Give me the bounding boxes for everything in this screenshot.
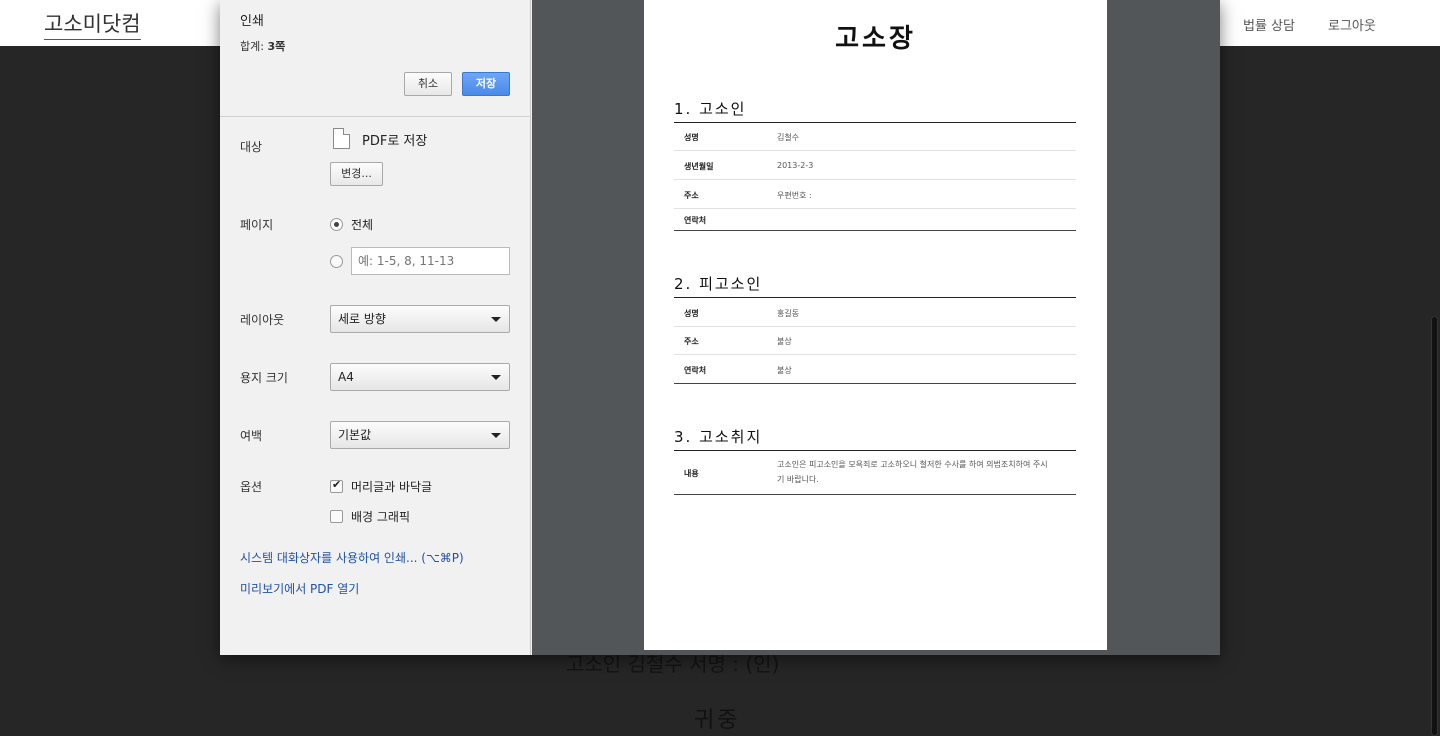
page-total-value: 3쪽 — [267, 40, 286, 53]
layout-label: 레이아웃 — [240, 313, 285, 327]
print-preview-area[interactable]: 고소장 1. 고소인 성명 김철수 생년월일 2013-2-3 주소 우편번호 : 연… — [532, 0, 1220, 655]
table-row: 성명 홍길동 — [674, 298, 1076, 327]
section-complainant-title: 1. 고소인 — [674, 98, 1076, 123]
row-key: 주소 — [684, 191, 699, 200]
paper-size-label: 용지 크기 — [240, 371, 288, 385]
print-dialog: 인쇄 합계: 3쪽 취소 저장 대상 PDF로 저장 변경... 페이지 전체 … — [220, 0, 1220, 655]
destination-value: PDF로 저장 — [362, 134, 428, 149]
table-row: 연락처 — [674, 209, 1076, 231]
row-key: 연락처 — [684, 216, 707, 225]
print-settings-panel: 인쇄 합계: 3쪽 취소 저장 대상 PDF로 저장 변경... 페이지 전체 … — [220, 0, 531, 655]
chevron-down-icon — [491, 317, 501, 322]
section-purpose-title: 3. 고소취지 — [674, 426, 1076, 451]
destination-label: 대상 — [240, 140, 263, 154]
table-row: 생년월일 2013-2-3 — [674, 151, 1076, 180]
preview-page: 고소장 1. 고소인 성명 김철수 생년월일 2013-2-3 주소 우편번호 : 연… — [644, 0, 1107, 650]
document-title: 고소장 — [835, 24, 916, 54]
row-key: 성명 — [684, 133, 699, 142]
open-in-preview-link[interactable]: 미리보기에서 PDF 열기 — [240, 580, 359, 597]
dialog-title: 인쇄 — [240, 14, 264, 29]
system-dialog-link[interactable]: 시스템 대화상자를 사용하여 인쇄... (⌥⌘P) — [240, 549, 464, 566]
headers-footers-label: 머리글과 바닥글 — [351, 480, 433, 494]
margins-label: 여백 — [240, 429, 263, 443]
background-addressee: 귀중 — [694, 708, 741, 733]
table-row: 성명 김철수 — [674, 123, 1076, 151]
headers-footers-checkbox[interactable] — [330, 478, 343, 493]
layout-value: 세로 방향 — [338, 312, 386, 326]
row-value: 2013-2-3 — [777, 161, 814, 170]
layout-select[interactable]: 세로 방향 — [330, 305, 510, 333]
table-row: 주소 불상 — [674, 327, 1076, 355]
pdf-file-icon — [333, 128, 350, 149]
nav-logout[interactable]: 로그아웃 — [1328, 15, 1376, 34]
table-row: 연락처 불상 — [674, 355, 1076, 384]
row-value: 홍길동 — [777, 309, 800, 318]
paper-size-value: A4 — [338, 370, 354, 384]
row-key: 주소 — [684, 337, 699, 346]
cancel-button[interactable]: 취소 — [404, 72, 452, 96]
row-key: 내용 — [684, 469, 699, 478]
page-scrollbar[interactable] — [1431, 316, 1438, 736]
options-label: 옵션 — [240, 480, 263, 494]
print-header: 인쇄 합계: 3쪽 취소 저장 — [220, 0, 530, 117]
margins-value: 기본값 — [338, 428, 372, 442]
page-total-label: 합계: — [240, 40, 264, 53]
page-total: 합계: 3쪽 — [240, 38, 285, 54]
pages-range-input[interactable] — [351, 247, 510, 275]
section-defendant-title: 2. 피고소인 — [674, 273, 1076, 298]
row-key: 성명 — [684, 309, 699, 318]
row-value: 우편번호 : — [777, 191, 812, 200]
paper-size-select[interactable]: A4 — [330, 363, 510, 391]
table-row: 주소 우편번호 : — [674, 180, 1076, 209]
site-logo[interactable]: 고소미닷컴 — [44, 8, 141, 40]
row-key: 생년월일 — [684, 162, 714, 171]
row-value: 고소인은 피고소인을 모욕죄로 고소하오니 철저한 수사를 하여 의법조치하여 … — [777, 460, 1048, 484]
background-graphics-label: 배경 그래픽 — [351, 510, 411, 524]
margins-select[interactable]: 기본값 — [330, 421, 510, 449]
pages-range-radio[interactable] — [330, 255, 343, 268]
pages-all-label: 전체 — [351, 218, 374, 232]
chevron-down-icon — [491, 433, 501, 438]
background-graphics-checkbox[interactable] — [330, 510, 343, 523]
nav-legal-consult[interactable]: 법률 상담 — [1243, 15, 1295, 34]
pages-label: 페이지 — [240, 218, 274, 232]
change-destination-button[interactable]: 변경... — [330, 162, 383, 186]
save-button[interactable]: 저장 — [462, 72, 510, 96]
row-value: 불상 — [777, 337, 792, 346]
pages-all-radio[interactable] — [330, 218, 343, 231]
row-value: 불상 — [777, 366, 792, 375]
row-key: 연락처 — [684, 366, 707, 375]
row-value: 김철수 — [777, 133, 800, 142]
chevron-down-icon — [491, 375, 501, 380]
table-row: 내용 고소인은 피고소인을 모욕죄로 고소하오니 철저한 수사를 하여 의법조치하… — [674, 451, 1076, 495]
